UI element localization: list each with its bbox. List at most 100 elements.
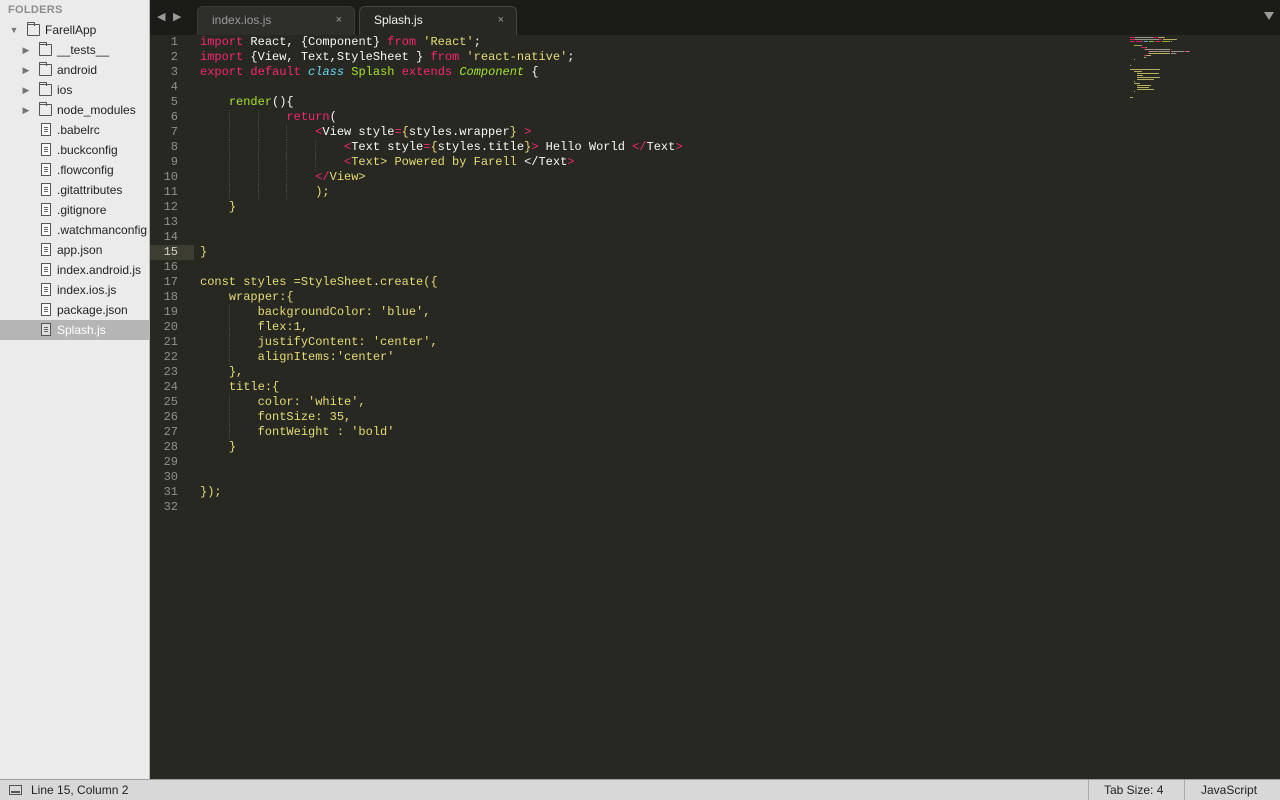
- folder-icon: [39, 62, 52, 76]
- sidebar-file[interactable]: .watchmanconfig: [0, 220, 149, 240]
- minimap-line: [1155, 41, 1162, 42]
- code-line[interactable]: const styles =StyleSheet.create({: [200, 275, 1140, 290]
- code-line[interactable]: [200, 455, 1140, 470]
- code-line[interactable]: fontWeight : 'bold': [200, 425, 1140, 440]
- sidebar-folder[interactable]: ▶ ios: [0, 80, 149, 100]
- code-line[interactable]: return(: [200, 110, 1140, 125]
- code-line[interactable]: },: [200, 365, 1140, 380]
- indent-guide: [228, 185, 230, 200]
- code-line[interactable]: <Text style={styles.title}> Hello World …: [200, 140, 1140, 155]
- code-line[interactable]: import React, {Component} from 'React';: [200, 35, 1140, 50]
- sidebar-file[interactable]: Splash.js: [0, 320, 149, 340]
- code-line[interactable]: justifyContent: 'center',: [200, 335, 1140, 350]
- sidebar-file[interactable]: .flowconfig: [0, 160, 149, 180]
- sidebar-file[interactable]: app.json: [0, 240, 149, 260]
- code-line[interactable]: <Text> Powered by Farell </Text>: [200, 155, 1140, 170]
- code-line[interactable]: <View style={styles.wrapper} >: [200, 125, 1140, 140]
- indent-guide: [286, 125, 288, 140]
- sidebar-file[interactable]: .babelrc: [0, 120, 149, 140]
- sidebar-item-label: FarellApp: [45, 23, 97, 37]
- code-line[interactable]: export default class Splash extends Comp…: [200, 65, 1140, 80]
- folder-icon: [27, 22, 40, 36]
- code-line[interactable]: [200, 500, 1140, 515]
- code-line[interactable]: color: 'white',: [200, 395, 1140, 410]
- code-editor[interactable]: 1 2 3 4 5 6 7 8 9 10 11 12 13 14 15 16 17 18 19 20 21 22 23 24 2…: [150, 35, 1280, 779]
- nav-back-icon[interactable]: ◀: [157, 10, 165, 23]
- minimap-line: [1133, 81, 1136, 82]
- tab-index-ios-js[interactable]: index.ios.js ×: [197, 6, 355, 35]
- tab-dropdown-icon[interactable]: [1264, 12, 1274, 20]
- sidebar-folder[interactable]: ▼ FarellApp: [0, 20, 149, 40]
- line-number: 17: [163, 275, 178, 289]
- code-line[interactable]: fontSize: 35,: [200, 410, 1140, 425]
- code-line[interactable]: title:{: [200, 380, 1140, 395]
- disclosure-collapsed-icon[interactable]: ▶: [20, 60, 32, 80]
- code-line[interactable]: alignItems:'center': [200, 350, 1140, 365]
- code-token: </Text: [524, 155, 568, 169]
- code-line[interactable]: import {View, Text,StyleSheet } from 're…: [200, 50, 1140, 65]
- code-token: render: [228, 95, 273, 109]
- minimap[interactable]: [1130, 37, 1200, 103]
- sidebar-file[interactable]: index.android.js: [0, 260, 149, 280]
- indent-guide: [228, 350, 230, 365]
- code-area[interactable]: import React, {Component} from 'React'; i…: [200, 35, 1140, 515]
- disclosure-collapsed-icon[interactable]: ▶: [20, 100, 32, 120]
- file-icon: [41, 263, 51, 276]
- code-line[interactable]: );: [200, 185, 1140, 200]
- line-number: 25: [163, 395, 178, 409]
- indent-guide: [228, 170, 230, 185]
- nav-forward-icon[interactable]: ▶: [173, 10, 181, 23]
- disclosure-expanded-icon[interactable]: ▼: [8, 20, 20, 40]
- sidebar-item-label: index.ios.js: [57, 283, 117, 297]
- sidebar-item-label: .babelrc: [57, 123, 100, 137]
- code-line[interactable]: [200, 230, 1140, 245]
- sidebar-folder[interactable]: ▶ android: [0, 60, 149, 80]
- code-line[interactable]: [200, 215, 1140, 230]
- sidebar-file[interactable]: .gitattributes: [0, 180, 149, 200]
- code-token: fontWeight : 'bold': [257, 425, 395, 439]
- code-line[interactable]: [200, 80, 1140, 95]
- tab-size-button[interactable]: Tab Size: 4: [1104, 783, 1163, 797]
- code-line[interactable]: }: [200, 245, 1140, 260]
- sidebar-item-label: .watchmanconfig: [57, 223, 148, 237]
- code-line[interactable]: }: [200, 440, 1140, 455]
- minimap-line: [1146, 55, 1151, 56]
- code-line[interactable]: render(){: [200, 95, 1140, 110]
- code-token: const styles =StyleSheet: [200, 275, 373, 289]
- code-line[interactable]: flex:1,: [200, 320, 1140, 335]
- code-token: =: [394, 125, 402, 139]
- sidebar-file[interactable]: .gitignore: [0, 200, 149, 220]
- sidebar-file[interactable]: index.ios.js: [0, 280, 149, 300]
- indent-guide: [315, 155, 317, 170]
- panel-toggle-icon[interactable]: [9, 785, 22, 795]
- code-token: },: [228, 365, 244, 379]
- code-token: {View, Text,StyleSheet }: [243, 50, 431, 64]
- tab-close-icon[interactable]: ×: [498, 7, 504, 34]
- code-line[interactable]: backgroundColor: 'blue',: [200, 305, 1140, 320]
- code-token: >: [675, 140, 683, 154]
- line-number: 19: [163, 305, 178, 319]
- sidebar-folder[interactable]: ▶ __tests__: [0, 40, 149, 60]
- syntax-button[interactable]: JavaScript: [1201, 783, 1257, 797]
- minimap-line: [1130, 65, 1131, 66]
- code-line[interactable]: [200, 260, 1140, 275]
- code-line[interactable]: });: [200, 485, 1140, 500]
- code-line[interactable]: wrapper:{: [200, 290, 1140, 305]
- code-line[interactable]: [200, 470, 1140, 485]
- code-line[interactable]: </View>: [200, 170, 1140, 185]
- indent-guide: [228, 155, 230, 170]
- code-line[interactable]: }: [200, 200, 1140, 215]
- sidebar-file[interactable]: package.json: [0, 300, 149, 320]
- sidebar-file[interactable]: .buckconfig: [0, 140, 149, 160]
- disclosure-collapsed-icon[interactable]: ▶: [20, 80, 32, 100]
- tab-close-icon[interactable]: ×: [336, 7, 342, 34]
- file-icon: [41, 323, 51, 336]
- code-token: .: [372, 275, 381, 289]
- sidebar-folder[interactable]: ▶ node_modules: [0, 100, 149, 120]
- tab-splash-js[interactable]: Splash.js ×: [359, 6, 517, 35]
- minimap-line: [1170, 49, 1172, 50]
- disclosure-collapsed-icon[interactable]: ▶: [20, 40, 32, 60]
- minimap-line: [1164, 37, 1166, 38]
